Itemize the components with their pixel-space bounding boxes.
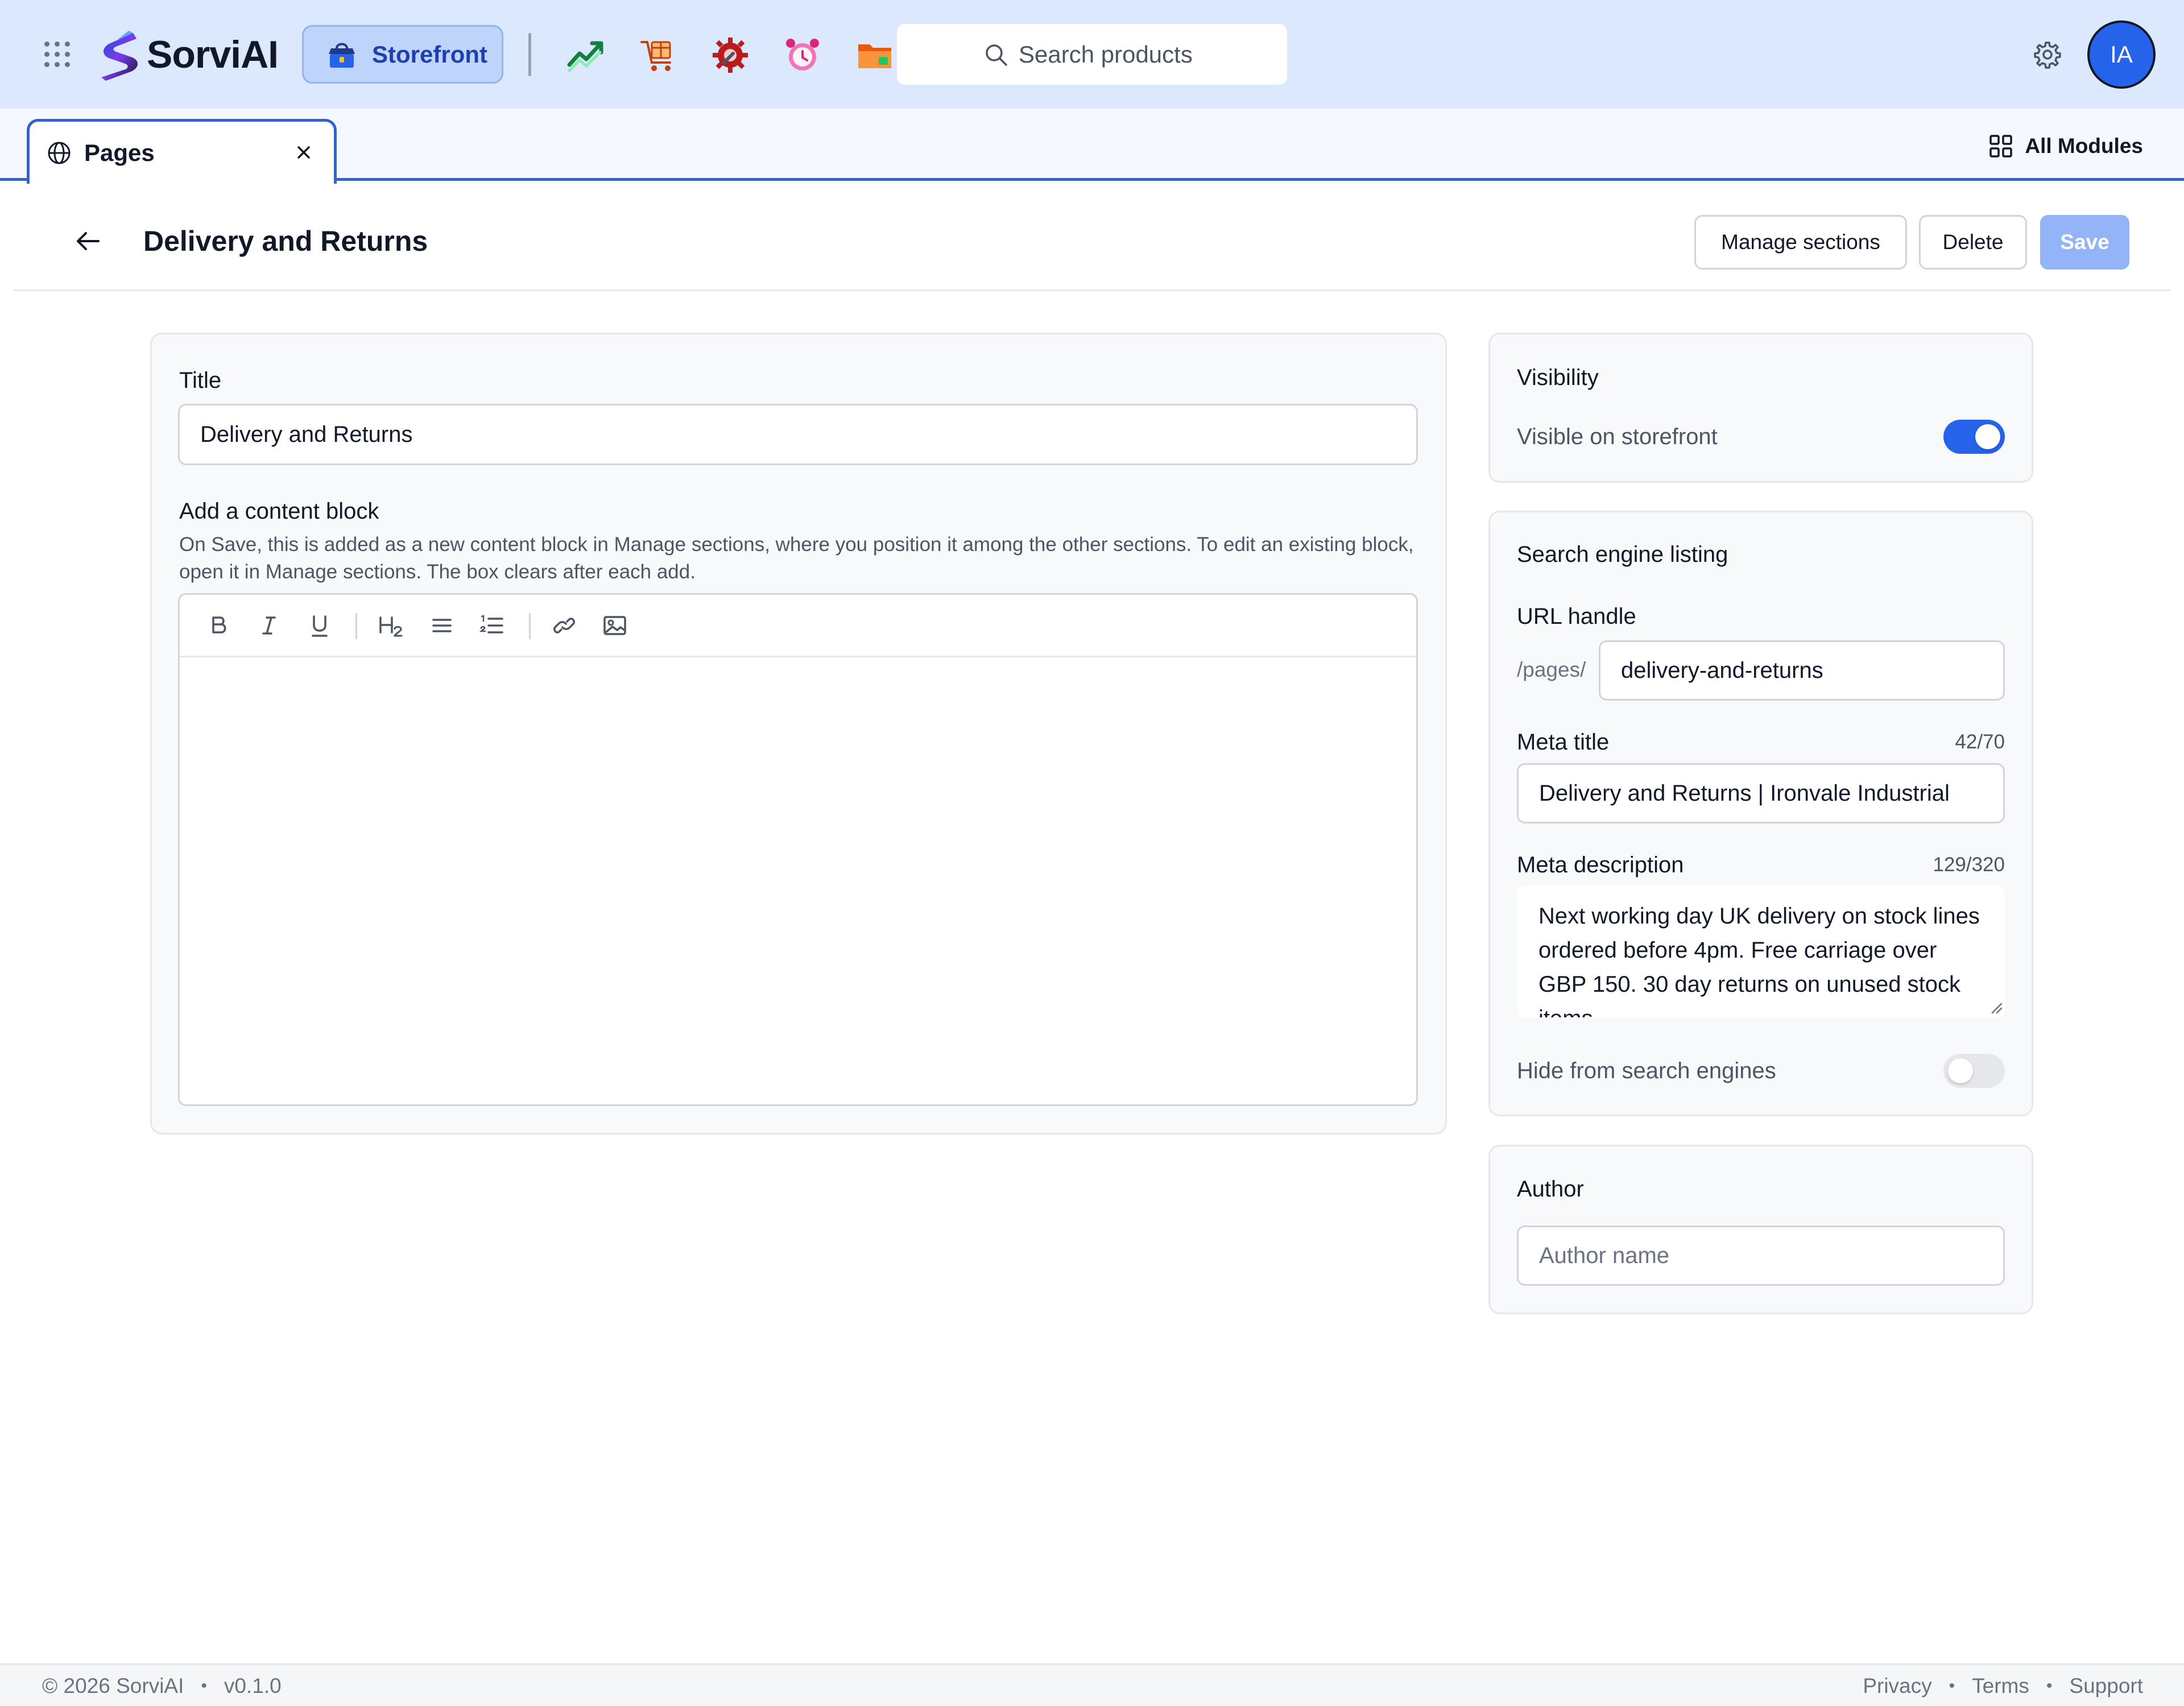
delete-button[interactable]: Delete [1919,215,2027,270]
header-divider [14,289,2170,291]
editor-toolbar [180,595,1416,657]
save-button[interactable]: Save [2040,215,2129,270]
link-icon[interactable] [551,612,578,639]
toolbar-divider [528,33,531,76]
storefront-icon [329,43,355,68]
globe-icon [48,142,71,164]
bullet-list-icon[interactable] [428,612,455,639]
gear-wrench-icon[interactable] [712,36,749,74]
brand-mark-icon [101,31,138,81]
bold-icon[interactable] [205,612,232,639]
toolbar-separator [529,613,531,639]
privacy-link[interactable]: Privacy [1863,1674,1931,1698]
module-label: Storefront [372,40,487,68]
copyright-text: © 2026 SorviAI [42,1674,184,1697]
top-bar: SorviAI Storefront Search products IA [0,0,2184,109]
footer-separator: • [201,1676,207,1695]
brand-logo[interactable]: SorviAI [93,28,279,81]
version-text: v0.1.0 [224,1674,282,1697]
tab-label: Pages [84,139,155,166]
url-handle-label: URL handle [1517,604,1636,629]
seo-heading: Search engine listing [1517,542,1728,567]
app-launcher-icon[interactable] [43,40,72,69]
terms-link[interactable]: Terms [1972,1674,2029,1698]
visible-on-storefront-label: Visible on storefront [1517,424,1718,449]
search-input[interactable] [1019,40,1201,68]
folder-icon[interactable] [856,36,894,74]
toolbar-separator [355,613,357,639]
tab-bar: Pages All Modules [0,109,2184,184]
heading-2-icon[interactable] [377,612,404,639]
all-modules-label: All Modules [2025,134,2143,158]
content-block-label: Add a content block [179,499,379,524]
tab-pages[interactable]: Pages [27,119,337,184]
meta-title-label: Meta title [1517,730,1610,755]
alarm-clock-icon[interactable] [784,36,821,74]
footer-separator: • [1949,1676,1955,1695]
hide-from-search-label: Hide from search engines [1517,1058,1776,1083]
visible-on-storefront-toggle[interactable] [1943,420,2005,454]
url-handle-input[interactable] [1599,640,2005,701]
image-icon[interactable] [601,612,628,639]
close-icon[interactable] [293,142,315,163]
footer: © 2026 SorviAI • v0.1.0 Privacy • Terms … [0,1663,2184,1706]
manage-sections-button[interactable]: Manage sections [1694,215,1907,270]
grid-icon [1989,135,2013,158]
brand-name: SorviAI [147,33,279,76]
cart-box-icon[interactable] [639,36,677,74]
chart-trend-icon[interactable] [567,36,605,74]
title-input[interactable] [178,404,1418,465]
module-switcher-storefront[interactable]: Storefront [302,25,503,84]
author-name-input[interactable] [1517,1225,2005,1286]
hide-from-search-toggle[interactable] [1943,1054,2005,1088]
meta-title-input[interactable] [1517,763,2005,823]
page-title: Delivery and Returns [143,225,428,257]
meta-description-textarea[interactable]: Next working day UK delivery on stock li… [1517,885,2005,1017]
resize-grip-icon[interactable] [1989,1000,2003,1014]
meta-title-counter: 42/70 [1955,731,2005,753]
back-arrow-icon[interactable] [72,225,104,257]
search-icon [986,44,1007,66]
footer-separator: • [2046,1676,2053,1695]
italic-icon[interactable] [255,612,283,639]
visibility-card [1488,333,2033,483]
underline-icon[interactable] [306,612,333,639]
url-prefix: /pages/ [1517,658,1586,681]
all-modules-button[interactable]: All Modules [1988,129,2143,163]
user-avatar[interactable]: IA [2087,20,2156,89]
search-box[interactable] [897,24,1287,85]
author-heading: Author [1517,1177,1584,1202]
title-label: Title [179,368,222,393]
meta-description-counter: 129/320 [1933,854,2005,876]
content-block-help: On Save, this is added as a new content … [179,533,1414,583]
rich-text-editor [178,593,1418,1106]
visibility-heading: Visibility [1517,365,1599,390]
editor-content-area[interactable] [180,659,1416,1104]
settings-gear-icon[interactable] [2032,39,2063,70]
numbered-list-icon[interactable] [478,612,506,639]
meta-description-label: Meta description [1517,852,1684,877]
support-link[interactable]: Support [2069,1674,2143,1698]
